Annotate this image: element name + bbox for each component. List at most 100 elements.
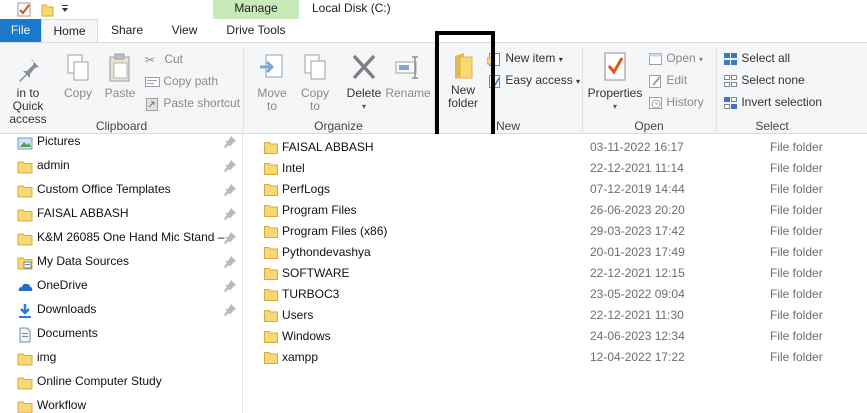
tab-drive-tools[interactable]: Drive Tools <box>213 19 299 42</box>
file-row[interactable]: Pythondevashya 20-01-2023 17:49 File folde… <box>243 242 867 263</box>
file-type: File folder <box>770 140 823 154</box>
select-all-button[interactable]: Select all <box>723 51 790 66</box>
pin-icon <box>224 280 236 292</box>
file-name: xampp <box>282 350 319 364</box>
paste-button[interactable]: Paste <box>101 53 139 100</box>
rename-button[interactable]: Rename <box>385 53 431 100</box>
folder-icon <box>264 142 278 154</box>
cut-label: Cut <box>164 52 184 66</box>
rename-label: Rename <box>385 86 431 100</box>
customize-toolbar-dropdown-icon[interactable] <box>60 4 70 14</box>
select-none-button[interactable]: Select none <box>723 73 805 88</box>
easy-access-button[interactable]: Easy access ▾ <box>487 73 580 88</box>
easy-access-dropdown-icon: ▾ <box>576 77 581 86</box>
file-row[interactable]: Program Files (x86) 29-03-2023 17:42 File … <box>243 221 867 242</box>
rename-icon <box>395 56 418 79</box>
file-type: File folder <box>770 266 823 280</box>
delete-x-icon <box>352 54 376 80</box>
pin-to-quick-access-button[interactable]: in to Quick access <box>0 55 56 126</box>
file-date-modified: 29-03-2023 17:42 <box>590 224 685 238</box>
nav-item[interactable]: My Data Sources <box>0 250 243 274</box>
nav-item[interactable]: Documents <box>0 322 243 346</box>
properties-button[interactable]: Properties ▾ <box>586 51 644 113</box>
select-all-label: Select all <box>741 51 791 65</box>
new-folder-quick-access-icon[interactable] <box>41 2 54 17</box>
history-button[interactable]: History <box>648 95 704 110</box>
nav-item-label: img <box>37 350 57 364</box>
file-row[interactable]: Program Files 26-06-2023 20:20 File folder <box>243 200 867 221</box>
scissors-icon: ✂ <box>145 52 156 67</box>
copy-to-icon <box>304 54 326 80</box>
file-row[interactable]: xampp 12-04-2022 17:22 File folder <box>243 347 867 368</box>
file-name: Users <box>282 308 314 322</box>
pin-icon <box>224 160 236 172</box>
tab-share[interactable]: Share <box>98 19 156 42</box>
file-type: File folder <box>770 329 823 343</box>
nav-item[interactable]: img <box>0 346 243 370</box>
copy-label: Copy <box>63 86 92 100</box>
easy-access-label: Easy access <box>505 73 573 87</box>
tab-file[interactable]: File <box>0 19 41 42</box>
nav-item[interactable]: FAISAL ABBASH <box>0 202 243 226</box>
file-date-modified: 22-12-2021 12:15 <box>590 266 685 280</box>
edit-button[interactable]: Edit <box>648 73 687 88</box>
file-row[interactable]: Intel 22-12-2021 11:14 File folder <box>243 158 867 179</box>
nav-item[interactable]: Custom Office Templates <box>0 178 243 202</box>
open-button[interactable]: Open ▾ <box>648 51 703 66</box>
file-type: File folder <box>770 161 823 175</box>
properties-quick-access-icon[interactable] <box>17 2 32 17</box>
file-date-modified: 26-06-2023 20:20 <box>590 203 685 217</box>
paste-shortcut-icon <box>146 97 158 111</box>
file-row[interactable]: Windows 24-06-2023 12:34 File folder <box>243 326 867 347</box>
title-bar: Local Disk (C:) <box>0 0 867 19</box>
nav-item[interactable]: Downloads <box>0 298 243 322</box>
pin-icon <box>224 208 236 220</box>
cut-button[interactable]: ✂ Cut <box>145 52 183 67</box>
nav-item[interactable]: Online Computer Study <box>0 370 243 394</box>
file-row[interactable]: Users 22-12-2021 11:30 File folder <box>243 305 867 326</box>
folder-icon <box>264 331 278 343</box>
properties-dropdown-icon[interactable]: ▾ <box>586 100 644 113</box>
file-date-modified: 20-01-2023 17:49 <box>590 245 685 259</box>
copy-button[interactable]: Copy <box>60 53 96 100</box>
move-to-button[interactable]: Move to <box>252 53 292 113</box>
pin-icon <box>224 136 236 148</box>
file-row[interactable]: FAISAL ABBASH 03-11-2022 16:17 File folder <box>243 137 867 158</box>
nav-item[interactable]: Pictures <box>0 130 243 154</box>
nav-item-label: admin <box>37 158 70 172</box>
invert-selection-button[interactable]: Invert selection <box>723 95 822 110</box>
nav-item-label: Documents <box>37 326 98 340</box>
nav-item-label: Workflow <box>37 398 87 412</box>
navigation-pane[interactable]: Pictures admin Custom Office Templates FAIS… <box>0 134 243 413</box>
file-row[interactable]: PerfLogs 07-12-2019 14:44 File folder <box>243 179 867 200</box>
nav-item[interactable]: K&M 26085 One Hand Mic Stand – <box>0 226 243 250</box>
file-name: Program Files <box>282 203 357 217</box>
copy-path-button[interactable]: Copy path <box>145 74 218 88</box>
new-item-dropdown-icon: ▾ <box>558 55 563 64</box>
history-icon <box>649 96 662 109</box>
pin-icon <box>224 232 236 244</box>
folder-icon <box>264 184 278 196</box>
tab-view[interactable]: View <box>156 19 213 42</box>
new-item-label: New item <box>505 51 556 65</box>
nav-item[interactable]: Workflow <box>0 394 243 413</box>
nav-item-label: Downloads <box>37 302 97 316</box>
delete-dropdown-icon[interactable]: ▾ <box>343 100 385 113</box>
file-type: File folder <box>770 182 823 196</box>
folder-icon <box>17 377 33 390</box>
copy-to-button[interactable]: Copy to <box>295 53 335 113</box>
nav-item-label: K&M 26085 One Hand Mic Stand – <box>37 230 225 244</box>
file-row[interactable]: TURBOC3 23-05-2022 09:04 File folder <box>243 284 867 305</box>
copy-path-icon <box>145 76 160 87</box>
nav-item[interactable]: OneDrive <box>0 274 243 298</box>
paste-shortcut-button[interactable]: Paste shortcut <box>145 96 240 111</box>
folder-icon <box>264 247 278 259</box>
file-date-modified: 23-05-2022 09:04 <box>590 287 685 301</box>
delete-button[interactable]: Delete ▾ <box>343 53 385 113</box>
folder-icon <box>264 268 278 280</box>
select-all-icon <box>724 52 737 65</box>
new-item-button[interactable]: New item ▾ <box>486 51 563 66</box>
file-row[interactable]: SOFTWARE 22-12-2021 12:15 File folder <box>243 263 867 284</box>
nav-item[interactable]: admin <box>0 154 243 178</box>
tab-home[interactable]: Home <box>41 19 98 42</box>
